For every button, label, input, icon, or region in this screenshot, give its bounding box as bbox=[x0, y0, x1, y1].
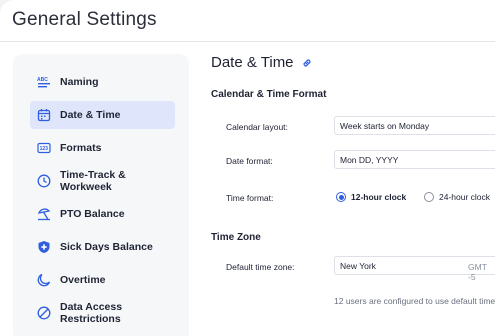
prohibited-icon bbox=[37, 306, 51, 320]
sidebar-item-label: Formats bbox=[60, 142, 102, 154]
sidebar-item-label: PTO Balance bbox=[60, 208, 125, 220]
calendar-format-heading: Calendar & Time Format bbox=[211, 89, 327, 100]
calendar-layout-select[interactable]: Week starts on Monday bbox=[334, 116, 495, 135]
sidebar-item-label: Overtime bbox=[60, 274, 106, 286]
clock-icon bbox=[37, 174, 51, 188]
sidebar-item-label: Time-Track & Workweek bbox=[60, 169, 126, 193]
beach-umbrella-icon bbox=[37, 207, 51, 221]
time-zone-offset: GMT -5 bbox=[468, 262, 487, 282]
svg-text:ABC: ABC bbox=[37, 77, 48, 83]
time-zone-heading: Time Zone bbox=[211, 232, 261, 243]
top-bar: General Settings bbox=[0, 0, 495, 42]
calendar-layout-label: Calendar layout: bbox=[226, 122, 288, 132]
time-format-12h-option[interactable]: 12-hour clock bbox=[336, 192, 406, 202]
sidebar-item-formats[interactable]: 123 Formats bbox=[30, 134, 175, 162]
sidebar-item-time-track[interactable]: Time-Track & Workweek bbox=[30, 167, 175, 195]
shield-plus-icon bbox=[37, 240, 51, 254]
sidebar-item-naming[interactable]: ABC Naming bbox=[30, 68, 175, 96]
calendar-icon bbox=[37, 108, 51, 122]
sidebar-item-sick-days[interactable]: Sick Days Balance bbox=[30, 233, 175, 261]
sidebar-item-label: Naming bbox=[60, 76, 99, 88]
sidebar-item-data-access[interactable]: Data Access Restrictions bbox=[30, 299, 175, 327]
radio-button[interactable] bbox=[336, 192, 346, 202]
sidebar-item-pto-balance[interactable]: PTO Balance bbox=[30, 200, 175, 228]
time-format-24h-option[interactable]: 24-hour clock bbox=[424, 192, 490, 202]
abc-text-icon: ABC bbox=[37, 75, 51, 89]
date-format-label: Date format: bbox=[226, 156, 273, 166]
sidebar-item-date-time[interactable]: Date & Time bbox=[30, 101, 175, 129]
link-icon[interactable] bbox=[301, 57, 313, 69]
sidebar: ABC Naming Date & Time 123 Formats Time-… bbox=[13, 54, 189, 336]
time-zone-hint: 12 users are configured to use default t… bbox=[334, 296, 495, 306]
default-time-zone-label: Default time zone: bbox=[226, 262, 295, 272]
sidebar-item-label: Sick Days Balance bbox=[60, 241, 153, 253]
sidebar-item-label: Data Access Restrictions bbox=[60, 301, 123, 325]
time-format-label: Time format: bbox=[226, 193, 274, 203]
moon-icon bbox=[37, 273, 51, 287]
number-format-icon: 123 bbox=[37, 141, 51, 155]
date-format-select[interactable]: Mon DD, YYYY bbox=[334, 150, 495, 169]
settings-window: General Settings ABC Naming Date & Time … bbox=[0, 0, 495, 336]
section-heading: Date & Time bbox=[211, 54, 313, 71]
page-title: General Settings bbox=[12, 9, 157, 30]
radio-button[interactable] bbox=[424, 192, 434, 202]
sidebar-item-overtime[interactable]: Overtime bbox=[30, 266, 175, 294]
sidebar-item-label: Date & Time bbox=[60, 109, 121, 121]
svg-text:123: 123 bbox=[40, 146, 49, 152]
